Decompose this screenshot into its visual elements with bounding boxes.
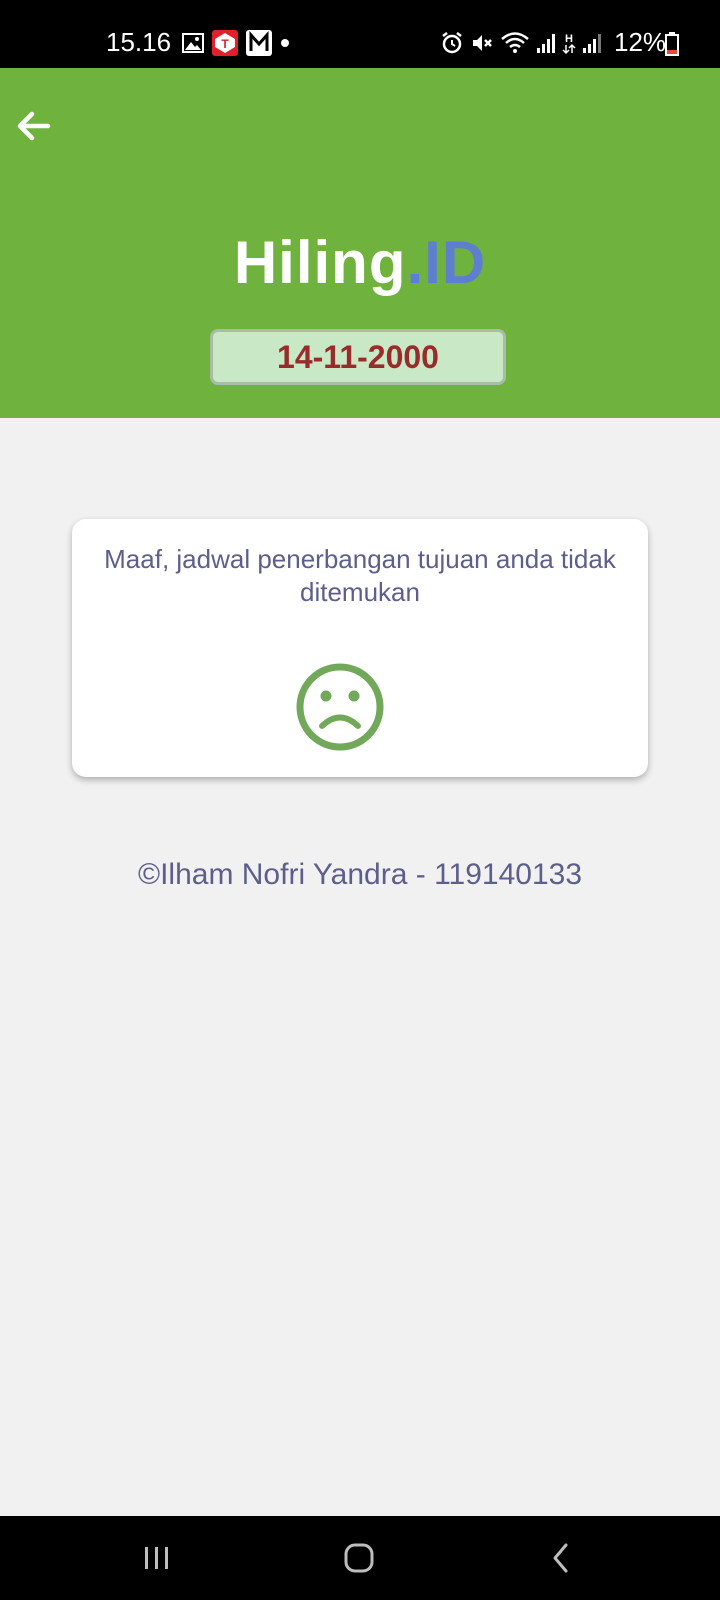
signal-icon (537, 34, 555, 53)
gallery-icon (182, 33, 204, 53)
wifi-icon (501, 32, 529, 53)
arrow-left-icon (17, 111, 51, 141)
recent-apps-icon (145, 1547, 168, 1569)
svg-text:H: H (565, 33, 573, 45)
status-right-icons: H (440, 30, 602, 56)
no-result-card: Maaf, jadwal penerbangan tujuan anda tid… (72, 519, 648, 777)
m-app-icon (246, 30, 272, 56)
back-nav-button[interactable] (541, 1538, 581, 1578)
signal-icon-2 (583, 34, 601, 53)
sad-face-icon (296, 663, 384, 751)
back-button[interactable] (14, 106, 54, 146)
recent-apps-button[interactable] (137, 1538, 177, 1578)
chevron-left-icon (553, 1543, 568, 1573)
alarm-icon (442, 32, 462, 54)
telkomsel-app-icon: T (212, 30, 238, 56)
date-text: 14-11-2000 (277, 338, 439, 375)
battery-percentage: 12% (614, 27, 667, 57)
mute-icon (473, 35, 492, 51)
brand-main-text: Hiling (233, 229, 407, 296)
date-badge: 14-11-2000 (210, 329, 506, 385)
status-left-icons: T (182, 30, 290, 56)
status-time: 15.16 (106, 27, 172, 57)
status-bar: 15.16 T H 12% (0, 0, 720, 68)
svg-text:T: T (221, 37, 229, 51)
no-result-message: Maaf, jadwal penerbangan tujuan anda tid… (104, 544, 616, 607)
data-h-icon: H (562, 33, 576, 55)
dot-icon (281, 39, 289, 47)
home-button[interactable] (339, 1538, 379, 1578)
battery-icon (665, 32, 679, 56)
footer-copyright: ©Ilham Nofri Yandra - 119140133 (137, 858, 583, 891)
app-logo-text: Hiling.ID (0, 228, 720, 298)
home-icon (344, 1543, 374, 1573)
navigation-bar (0, 1516, 720, 1600)
brand-suffix-text: .ID (406, 229, 487, 296)
